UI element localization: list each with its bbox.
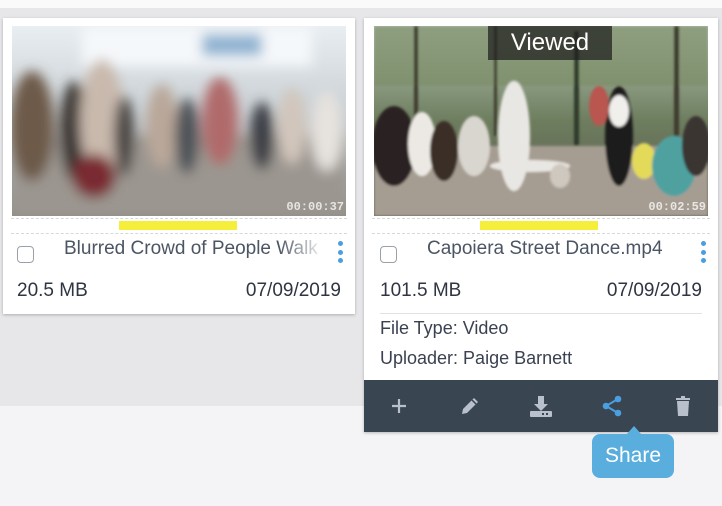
divider bbox=[380, 313, 702, 314]
share-button[interactable] bbox=[592, 386, 632, 426]
progress-bar-fill bbox=[480, 221, 599, 230]
add-button[interactable] bbox=[379, 386, 419, 426]
progress-track bbox=[11, 218, 347, 234]
more-options-icon[interactable] bbox=[700, 241, 706, 263]
file-size: 20.5 MB bbox=[17, 280, 88, 301]
plus-icon bbox=[392, 399, 407, 413]
file-card[interactable]: 00:00:37 Blurred Crowd of People Walk 20… bbox=[3, 18, 355, 314]
pencil-icon bbox=[462, 398, 479, 414]
more-options-icon[interactable] bbox=[337, 241, 343, 263]
select-checkbox[interactable] bbox=[380, 245, 397, 263]
share-icon bbox=[602, 395, 622, 417]
progress-bar-fill bbox=[119, 221, 237, 230]
uploader: Uploader: Paige Barnett bbox=[380, 348, 573, 368]
video-thumbnail[interactable]: 00:00:37 bbox=[12, 26, 346, 216]
download-icon bbox=[529, 396, 552, 417]
top-strip bbox=[0, 0, 722, 8]
video-thumbnail[interactable]: Viewed 00:02:59 bbox=[374, 26, 708, 216]
file-card-expanded[interactable]: Viewed 00:02:59 Capoiera Street Dance.mp… bbox=[364, 18, 718, 432]
trash-icon bbox=[675, 396, 690, 416]
progress-track bbox=[372, 218, 710, 234]
duration-label: 00:00:37 bbox=[286, 200, 344, 214]
share-tooltip: Share bbox=[592, 426, 674, 478]
action-bar bbox=[364, 380, 718, 432]
file-date: 07/09/2019 bbox=[606, 280, 702, 301]
duration-label: 00:02:59 bbox=[648, 200, 706, 214]
file-type: File Type: Video bbox=[380, 318, 509, 338]
delete-button[interactable] bbox=[663, 386, 703, 426]
edit-button[interactable] bbox=[450, 386, 490, 426]
select-checkbox[interactable] bbox=[17, 245, 34, 263]
file-name[interactable]: Capoiera Street Dance.mp4 bbox=[427, 238, 689, 260]
viewed-badge: Viewed bbox=[488, 26, 612, 60]
file-name[interactable]: Blurred Crowd of People Walk bbox=[64, 238, 326, 260]
file-date: 07/09/2019 bbox=[245, 280, 341, 301]
file-size: 101.5 MB bbox=[380, 280, 462, 301]
download-button[interactable] bbox=[521, 386, 561, 426]
